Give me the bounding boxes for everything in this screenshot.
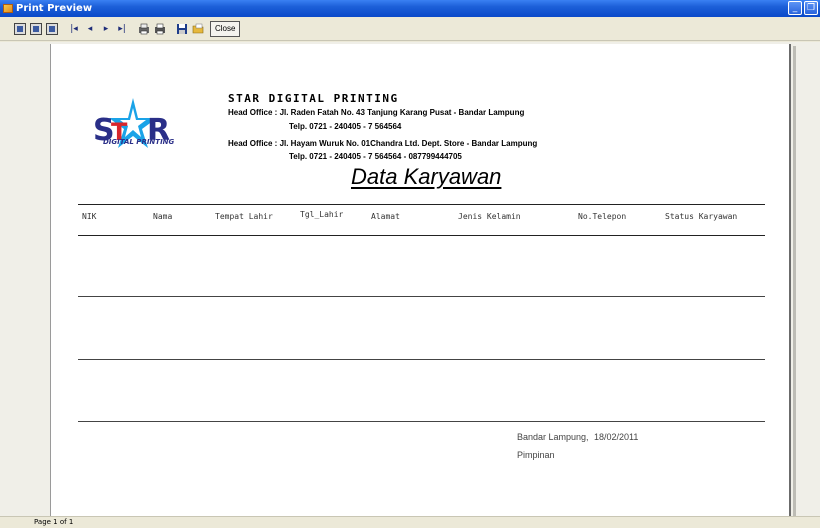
address-line-2: Head Office : Jl. Hayam Wuruk No. 01Chan… [228, 139, 538, 148]
last-page-icon[interactable]: ▸| [116, 23, 128, 35]
print-icon[interactable] [154, 23, 166, 35]
company-name: STAR DIGITAL PRINTING [228, 92, 399, 105]
open-folder-icon[interactable] [192, 23, 204, 35]
header-bottom-rule [78, 235, 765, 236]
signature-date: 18/02/2011 [594, 432, 639, 442]
window-controls: _ ❐ [788, 1, 818, 15]
header-top-rule [78, 204, 765, 205]
column-header: No.Telepon [578, 212, 627, 221]
minimize-button[interactable]: _ [788, 1, 802, 15]
prev-page-icon[interactable]: ◂ [84, 23, 96, 35]
address-line-1: Head Office : Jl. Raden Fatah No. 43 Tan… [228, 108, 525, 117]
row-rule [78, 359, 765, 360]
restore-button[interactable]: ❐ [804, 1, 818, 15]
save-icon[interactable] [176, 23, 188, 35]
phone-line-1: Telp. 0721 - 240405 - 7 564564 [289, 122, 402, 131]
column-header: Nama [153, 212, 173, 221]
one-page-icon[interactable] [14, 22, 26, 35]
app-icon [3, 4, 13, 13]
signature-title: Pimpinan [517, 450, 555, 460]
page-shadow [793, 46, 796, 516]
window-title: Print Preview [16, 3, 93, 14]
page-indicator: Page 1 of 1 [34, 518, 74, 526]
column-header: Alamat [371, 212, 400, 221]
column-header: Jenis Kelamin [458, 212, 521, 221]
company-logo: S T R [87, 96, 177, 156]
toolbar: |◂ ◂ ▸ ▸| Close [0, 17, 820, 41]
column-header: Tgl_Lahir [300, 210, 344, 219]
row-rule [78, 296, 765, 297]
title-bar: Print Preview _ ❐ [0, 0, 820, 17]
first-page-icon[interactable]: |◂ [68, 23, 80, 35]
multi-page-icon[interactable] [46, 22, 58, 35]
preview-area[interactable]: S T R DIGITAL PRINTING STAR DIGITAL PRIN… [0, 42, 820, 518]
report-page: S T R DIGITAL PRINTING STAR DIGITAL PRIN… [50, 44, 791, 518]
phone-line-2: Telp. 0721 - 240405 - 7 564564 - 0877994… [289, 152, 462, 161]
next-page-icon[interactable]: ▸ [100, 23, 112, 35]
column-header: NIK [82, 212, 97, 221]
logo-subtitle: DIGITAL PRINTING [103, 138, 175, 146]
two-page-icon[interactable] [30, 22, 42, 35]
signature-place: Bandar Lampung, [517, 432, 589, 442]
close-button[interactable]: Close [210, 20, 241, 37]
print-setup-icon[interactable] [138, 23, 150, 35]
report-title: Data Karyawan [351, 164, 502, 189]
column-header: Tempat Lahir [215, 212, 273, 221]
status-bar: Page 1 of 1 [0, 516, 820, 528]
column-header: Status Karyawan [665, 212, 738, 221]
print-preview-window: Print Preview _ ❐ |◂ ◂ ▸ ▸| Close S T R … [0, 0, 820, 528]
row-rule [78, 421, 765, 422]
